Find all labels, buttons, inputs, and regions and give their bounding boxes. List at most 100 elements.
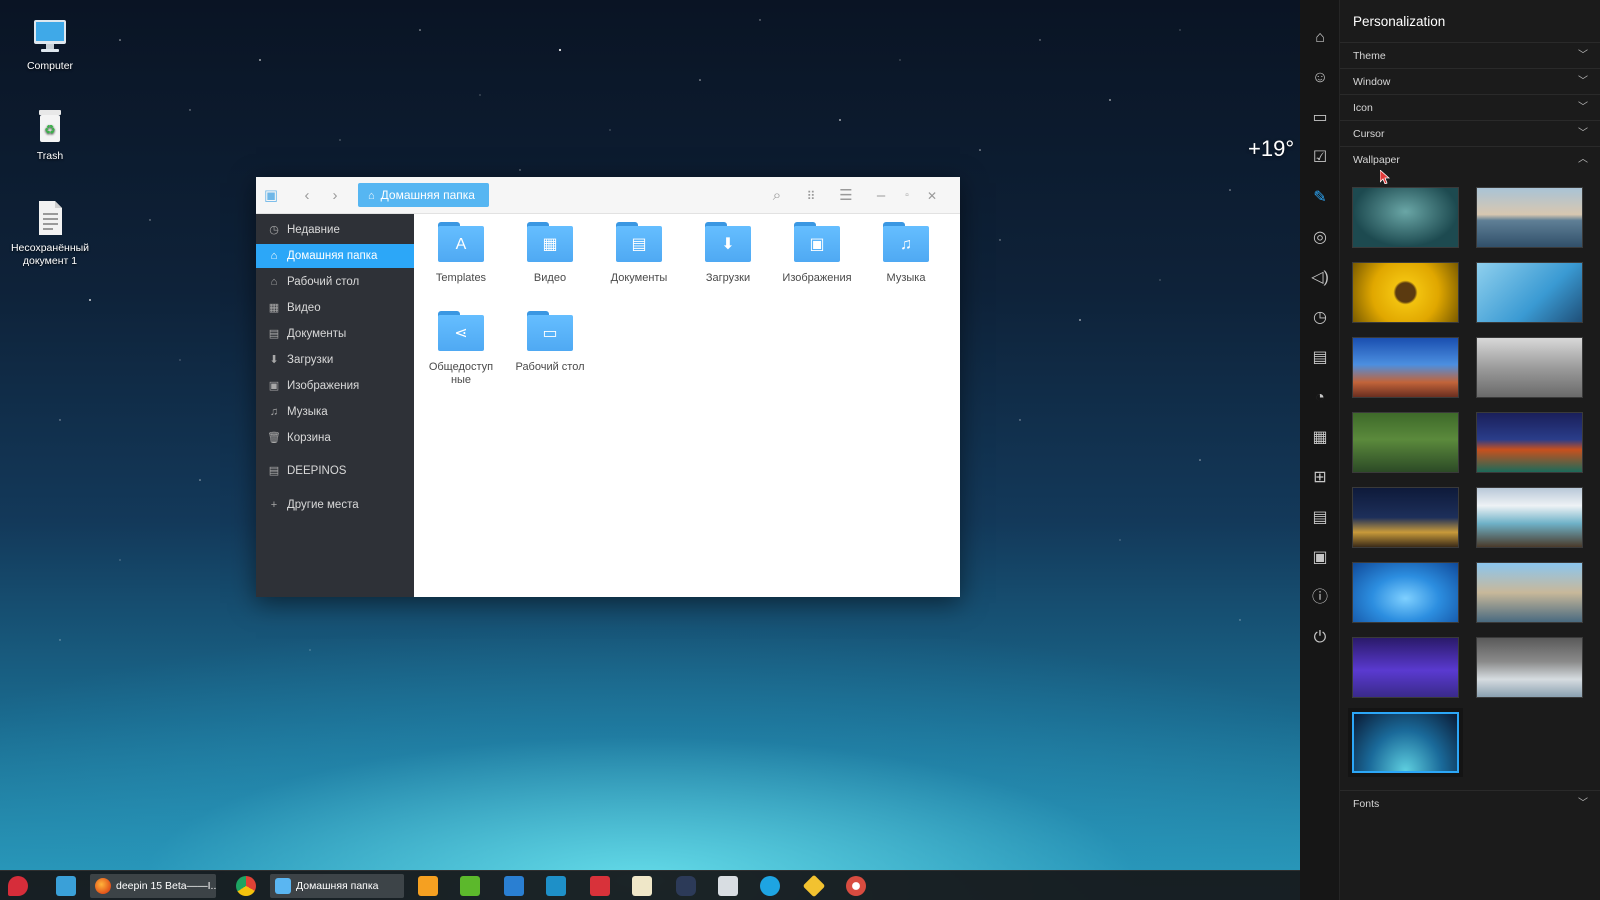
launcher-icon[interactable] [8, 876, 28, 896]
store-icon[interactable] [418, 876, 438, 896]
folder-templates[interactable]: A Templates [418, 222, 504, 285]
folder-desktop[interactable]: ▭ Рабочий стол [507, 311, 593, 374]
folder-downloads[interactable]: ⬇ Загрузки [685, 222, 771, 285]
app-logo-icon[interactable]: ▣ [260, 185, 282, 207]
display-icon[interactable]: ▭ [1310, 108, 1330, 128]
desktop-icon-document[interactable]: Несохранённый документ 1 [8, 198, 92, 268]
home-icon[interactable]: ⌂ [1310, 28, 1330, 48]
time-icon[interactable]: ◷ [1310, 308, 1330, 328]
taskbar-window-browser[interactable]: deepin 15 Beta——I... [90, 874, 216, 898]
package-icon[interactable] [460, 876, 480, 896]
sidebar-item-label: Корзина [287, 432, 331, 444]
screenshot-icon[interactable] [546, 876, 566, 896]
sound-icon[interactable]: ◁) [1310, 268, 1330, 288]
sidebar-item-desktop[interactable]: ⌂ Рабочий стол [256, 270, 414, 294]
wallpaper-thumbnail[interactable] [1352, 262, 1459, 323]
remote-assistance-icon[interactable] [676, 876, 696, 896]
sidebar-item-downloads[interactable]: ⬇ Загрузки [256, 348, 414, 372]
text-editor-icon[interactable] [632, 876, 652, 896]
settings-gear-icon[interactable] [846, 876, 866, 896]
section-wallpaper[interactable]: Wallpaper ︿ [1340, 146, 1600, 172]
wallpaper-thumbnail[interactable] [1476, 262, 1583, 323]
update-icon[interactable]: ▣ [1310, 548, 1330, 568]
power-icon[interactable]: ⏻ [1310, 628, 1330, 648]
tag-icon[interactable] [802, 874, 826, 898]
sidebar-item-pictures[interactable]: ▣ Изображения [256, 374, 414, 398]
section-fonts[interactable]: Fonts ﹀ [1340, 790, 1600, 816]
desktop-icon-trash[interactable]: ♻ Trash [8, 106, 92, 163]
sidebar-item-video[interactable]: ▦ Видео [256, 296, 414, 320]
section-icon[interactable]: Icon ﹀ [1340, 94, 1600, 120]
search-icon[interactable]: ⌕ [766, 185, 788, 207]
personalization-icon[interactable]: ✎ [1310, 188, 1330, 208]
wallpaper-thumbnail-selected[interactable] [1352, 712, 1459, 773]
wallpaper-thumbnail[interactable] [1352, 412, 1459, 473]
section-theme[interactable]: Theme ﹀ [1340, 42, 1600, 68]
folder-icon: ▦ [527, 222, 573, 262]
skype-icon[interactable] [760, 876, 780, 896]
folder-documents[interactable]: ▤ Документы [596, 222, 682, 285]
image-icon: ▣ [268, 380, 280, 392]
list-view-button[interactable]: ☰ [835, 185, 857, 207]
terminal-icon[interactable] [590, 876, 610, 896]
wallpaper-thumbnail[interactable] [1352, 562, 1459, 623]
trash-icon: ♻ [39, 110, 61, 142]
shortcuts-icon[interactable]: ⊞ [1310, 468, 1330, 488]
maximize-button[interactable]: ▫ [896, 185, 918, 207]
wallpaper-thumbnail[interactable] [1476, 487, 1583, 548]
wallpaper-thumbnail[interactable] [1352, 637, 1459, 698]
music-icon: ♫ [269, 406, 279, 418]
folder-pictures[interactable]: ▣ Изображения [774, 222, 860, 285]
folder-video[interactable]: ▦ Видео [507, 222, 593, 285]
back-button[interactable]: ‹ [296, 185, 318, 207]
taskbar-window-label: deepin 15 Beta——I... [116, 880, 216, 892]
sidebar-item-home[interactable]: ⌂ Домашняя папка [256, 244, 414, 268]
wallpaper-thumbnail[interactable] [1352, 187, 1459, 248]
settings-category-rail: ⌂ ☺ ▭ ☑ ✎ ◎ ◁) ◷ ▤ ◔ ▦ ⊞ ▤ ▣ ⓘ ⏻ [1300, 0, 1340, 900]
keyboard-icon[interactable]: ▦ [1310, 428, 1330, 448]
file-manager-sidebar: ◷ Недавние ⌂ Домашняя папка ⌂ Рабочий стол … [256, 214, 414, 597]
power-management-icon[interactable]: ▤ [1310, 348, 1330, 368]
desktop-icon-computer[interactable]: Computer [8, 16, 92, 73]
sidebar-item-music[interactable]: ♫ Музыка [256, 400, 414, 424]
user-icon[interactable]: ☺ [1310, 68, 1330, 88]
sidebar-item-recent[interactable]: ◷ Недавние [256, 218, 414, 242]
close-button[interactable]: ✕ [921, 185, 943, 207]
sidebar-item-label: Другие места [287, 499, 359, 511]
minimize-button[interactable]: – [870, 185, 892, 207]
network-icon[interactable]: ◎ [1310, 228, 1330, 248]
sidebar-item-other-places[interactable]: + Другие места [256, 493, 414, 517]
info-icon[interactable]: ⓘ [1310, 588, 1330, 608]
wallpaper-thumbnail[interactable] [1352, 487, 1459, 548]
media-player-icon[interactable] [504, 876, 524, 896]
chrome-icon[interactable] [236, 876, 256, 896]
computer-icon [34, 20, 66, 52]
folder-label: Общедоступные [428, 361, 494, 386]
file-manager-icon[interactable] [718, 876, 738, 896]
multitask-view-icon[interactable] [56, 876, 76, 896]
wallpaper-thumbnail[interactable] [1476, 412, 1583, 473]
section-cursor[interactable]: Cursor ﹀ [1340, 120, 1600, 146]
desktop-icon-label: Trash [36, 150, 64, 162]
folder-label: Видео [533, 272, 567, 284]
sidebar-item-deepinos[interactable]: ▤ DEEPINOS [256, 459, 414, 483]
forward-button[interactable]: › [324, 185, 346, 207]
wallpaper-thumbnail[interactable] [1476, 337, 1583, 398]
wallpaper-thumbnail[interactable] [1476, 637, 1583, 698]
taskbar-window-file-manager[interactable]: Домашняя папка [270, 874, 404, 898]
sidebar-item-trash[interactable]: 🗑 Корзина [256, 426, 414, 450]
mouse-icon[interactable]: ◔ [1310, 388, 1330, 408]
chevron-down-icon: ﹀ [1578, 76, 1588, 87]
sidebar-item-documents[interactable]: ▤ Документы [256, 322, 414, 346]
breadcrumb[interactable]: ⌂ Домашняя папка [358, 183, 489, 207]
wallpaper-thumbnail[interactable] [1476, 187, 1583, 248]
wallpaper-thumbnail[interactable] [1476, 562, 1583, 623]
folder-public[interactable]: ⋖ Общедоступные [418, 311, 504, 387]
folder-label: Templates [435, 272, 487, 284]
default-apps-icon[interactable]: ☑ [1310, 148, 1330, 168]
system-info-icon[interactable]: ▤ [1310, 508, 1330, 528]
icon-view-button[interactable]: ⠿ [800, 185, 822, 207]
wallpaper-thumbnail[interactable] [1352, 337, 1459, 398]
section-window[interactable]: Window ﹀ [1340, 68, 1600, 94]
folder-music[interactable]: ♫ Музыка [863, 222, 949, 285]
